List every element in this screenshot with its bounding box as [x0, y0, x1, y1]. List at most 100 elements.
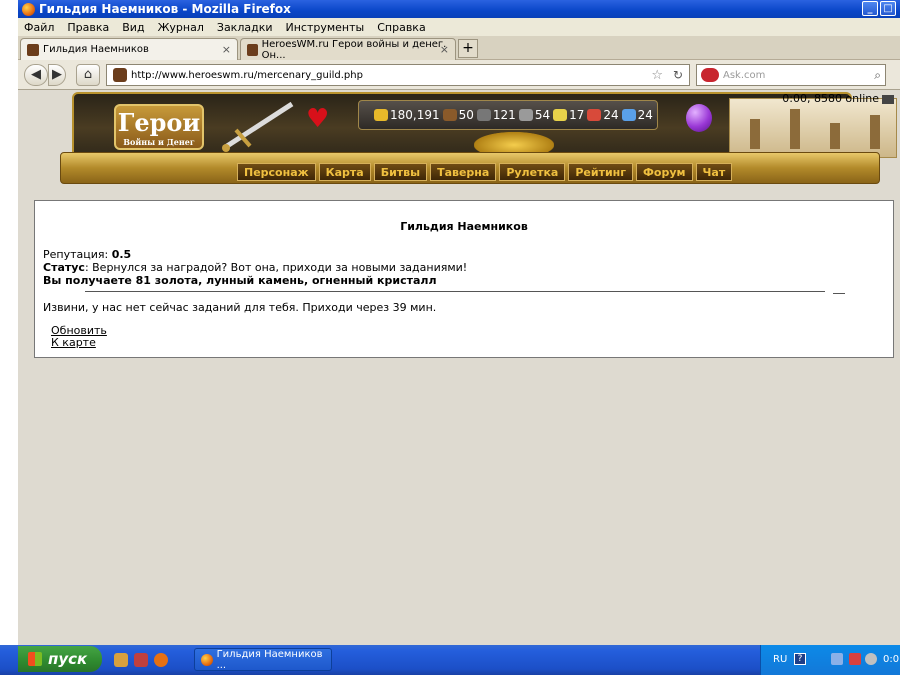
site-favicon-icon [27, 43, 39, 56]
quicklaunch-firefox-icon[interactable] [154, 653, 168, 667]
gems-icon [621, 109, 636, 121]
online-text: 0:00, 8580 online [782, 92, 879, 105]
reward-text: Вы получаете 81 золота, лунный камень, о… [43, 274, 437, 287]
menu-bookmarks[interactable]: Закладки [217, 21, 273, 34]
tab-label: Гильдия Наемников [43, 44, 149, 55]
castle-illustration [729, 98, 897, 158]
logo-title: Герои [117, 108, 201, 137]
start-label: пуск [48, 650, 88, 668]
divider-dash [833, 293, 845, 294]
game-logo[interactable]: Герои Войны и Денег [114, 104, 204, 150]
castle-tower [790, 109, 800, 149]
network-icon[interactable] [831, 653, 843, 665]
window-titlebar: Гильдия Наемников - Mozilla Firefox _ □ [18, 0, 900, 18]
sulfur-icon [553, 109, 568, 121]
menu-edit[interactable]: Правка [67, 21, 109, 34]
volume-icon[interactable] [865, 653, 877, 665]
firefox-icon [201, 653, 213, 666]
to-map-link[interactable]: К карте [51, 337, 107, 349]
search-icon[interactable]: ⌕ [874, 68, 881, 83]
camera-icon[interactable] [882, 94, 894, 104]
system-tray: RU ? 0:0 [760, 645, 900, 675]
new-tab-button[interactable]: + [458, 39, 478, 58]
guild-title: Гильдия Наемников [400, 220, 528, 233]
windows-taskbar: пуск Гильдия Наемников ... RU ? 0:0 [0, 645, 900, 675]
menu-history[interactable]: Журнал [158, 21, 204, 34]
ask-engine-icon[interactable] [701, 68, 719, 82]
start-button[interactable]: пуск [18, 646, 102, 672]
navigation-bar: ◀ ▶ ⌂ http://www.heroeswm.ru/mercenary_g… [18, 60, 900, 90]
game-nav-menu: Персонаж Карта Битвы Таверна Рулетка Рей… [60, 152, 880, 184]
castle-tower [870, 115, 880, 149]
minimize-button[interactable]: _ [862, 1, 878, 16]
sword-icon [222, 101, 294, 152]
menu-help[interactable]: Справка [377, 21, 425, 34]
home-button[interactable]: ⌂ [76, 64, 100, 86]
window-title: Гильдия Наемников - Mozilla Firefox [39, 2, 291, 16]
nav-map[interactable]: Карта [318, 163, 371, 181]
gold-value: 180,191 [390, 108, 440, 122]
security-alert-icon[interactable] [849, 653, 861, 665]
mercury-value: 54 [534, 108, 551, 122]
reputation-line: Репутация: 0.5 [35, 248, 893, 261]
taskbar-item-label: Гильдия Наемников ... [216, 648, 323, 671]
nav-character[interactable]: Персонаж [237, 163, 316, 181]
url-text: http://www.heroeswm.ru/mercenary_guild.p… [131, 69, 363, 81]
nav-battles[interactable]: Битвы [373, 163, 428, 181]
quicklaunch-explorer-icon[interactable] [114, 653, 128, 667]
search-box[interactable]: Ask.com ⌕ [696, 64, 886, 86]
site-identity-icon [113, 68, 127, 82]
ore-icon [476, 109, 491, 121]
divider [85, 291, 825, 292]
language-indicator[interactable]: RU [773, 654, 787, 665]
windows-flag-icon [28, 652, 42, 666]
maximize-button[interactable]: □ [880, 1, 896, 16]
nav-roulette[interactable]: Рулетка [499, 163, 566, 181]
menu-bar: Файл Правка Вид Журнал Закладки Инструме… [18, 18, 900, 36]
bookmark-star-icon[interactable]: ☆ [651, 68, 663, 83]
gems-value: 24 [637, 108, 653, 122]
taskbar-firefox-item[interactable]: Гильдия Наемников ... [194, 648, 332, 671]
wood-value: 50 [458, 108, 474, 122]
desktop-left-strip [0, 0, 18, 645]
menu-view[interactable]: Вид [122, 21, 144, 34]
mana-potion-icon [686, 104, 712, 132]
guild-panel: Гильдия Наемников Репутация: 0.5 Статус:… [34, 200, 894, 358]
mercury-icon [518, 109, 533, 121]
help-icon[interactable]: ? [794, 653, 806, 665]
nav-forum[interactable]: Форум [636, 163, 693, 181]
status-line: Статус: Вернулся за наградой? Вот она, п… [35, 261, 893, 274]
close-tab-icon[interactable]: × [222, 43, 231, 56]
menu-file[interactable]: Файл [24, 21, 54, 34]
back-button[interactable]: ◀ [24, 64, 48, 86]
sulfur-value: 17 [569, 108, 585, 122]
health-heart-icon: ♥ [306, 104, 330, 134]
crystal-icon [587, 109, 602, 121]
forward-button[interactable]: ▶ [48, 64, 66, 86]
close-tab-icon[interactable]: × [440, 43, 449, 56]
logo-subtitle: Войны и Денег [123, 137, 195, 147]
ore-value: 121 [492, 108, 516, 122]
tab-mercenary-guild[interactable]: Гильдия Наемников × [20, 38, 238, 60]
tab-heroeswm[interactable]: HeroesWM.ru Герои войны и денег. Он... × [240, 38, 456, 61]
reputation-value: 0.5 [111, 248, 132, 261]
menu-tools[interactable]: Инструменты [286, 21, 365, 34]
tab-label: HeroesWM.ru Герои войны и денег. Он... [261, 38, 447, 61]
reputation-label: Репутация: [43, 248, 112, 261]
nav-rating[interactable]: Рейтинг [568, 163, 634, 181]
action-links: Обновить К карте [51, 325, 107, 349]
quicklaunch-media-icon[interactable] [134, 653, 148, 667]
wood-icon [442, 109, 457, 121]
site-favicon-icon [247, 43, 258, 56]
resources-bar: 180,191 50 121 54 17 24 24 [358, 100, 658, 130]
address-bar[interactable]: http://www.heroeswm.ru/mercenary_guild.p… [106, 64, 690, 86]
nav-tavern[interactable]: Таверна [430, 163, 497, 181]
search-placeholder: Ask.com [723, 69, 766, 81]
castle-tower [750, 119, 760, 149]
status-label: Статус [43, 261, 85, 274]
reload-icon[interactable]: ↻ [673, 68, 683, 82]
game-header: Герои Войны и Денег ♥ 180,191 50 121 54 … [42, 92, 897, 188]
clock: 0:0 [883, 654, 900, 665]
nav-chat[interactable]: Чат [695, 163, 733, 181]
status-text: : Вернулся за наградой? Вот она, приходи… [84, 261, 468, 274]
